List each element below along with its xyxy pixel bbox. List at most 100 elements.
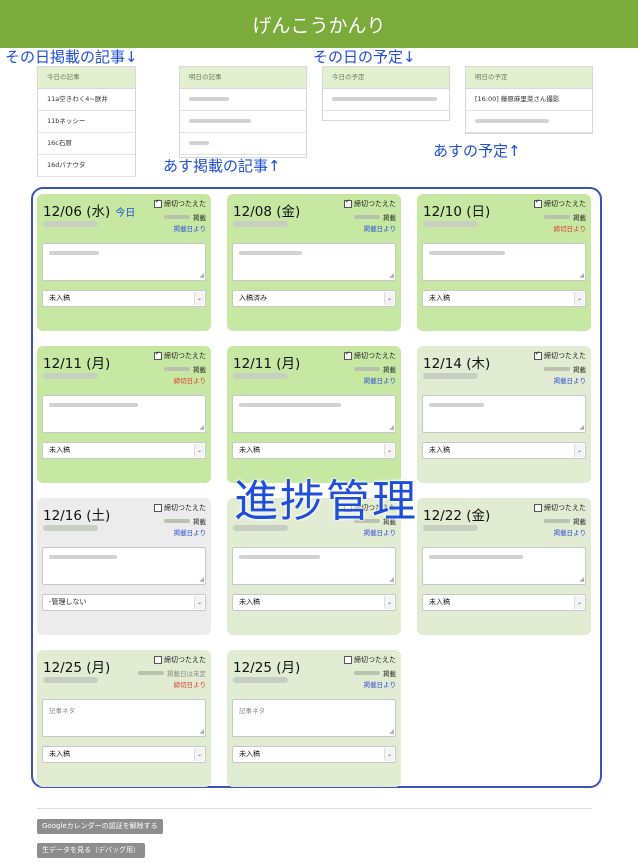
card-date: 12/25 (月) [43, 660, 111, 676]
memo-textarea[interactable]: ◢ [42, 547, 206, 585]
chevron-down-icon[interactable]: ⌄ [574, 444, 584, 457]
table-row[interactable] [180, 133, 306, 155]
checkbox-box[interactable] [344, 656, 352, 664]
chevron-down-icon[interactable]: ⌄ [384, 292, 394, 305]
memo-textarea[interactable]: ◢ [232, 243, 396, 281]
deadline-notified-checkbox[interactable]: 締切つたえた [154, 655, 206, 665]
resize-grip-icon[interactable]: ◢ [199, 728, 204, 735]
today-articles-table: 今日の記事 11a空きわく4~朕井 11bネッシー 16c石原 16dパナウタ [37, 66, 136, 177]
checkbox-box[interactable] [534, 198, 542, 208]
deadline-notified-checkbox[interactable]: 締切つたえた [154, 350, 206, 361]
progress-label: 進捗管理 [234, 476, 418, 527]
deadline-notified-checkbox[interactable]: 締切つたえた [154, 198, 206, 209]
chevron-down-icon[interactable]: ⌄ [574, 596, 584, 609]
chevron-down-icon[interactable]: ⌄ [194, 748, 204, 761]
deadline-notified-checkbox[interactable]: 締切つたえた [154, 503, 206, 513]
chevron-down-icon[interactable]: ⌄ [384, 444, 394, 457]
checkbox-label: 締切つたえた [164, 352, 206, 360]
date-link[interactable]: 掲載日より [364, 223, 396, 233]
chevron-down-icon[interactable]: ⌄ [384, 748, 394, 761]
deadline-notified-checkbox[interactable]: 締切つたえた [344, 198, 396, 209]
resize-grip-icon[interactable]: ◢ [199, 576, 204, 583]
chevron-down-icon[interactable]: ⌄ [384, 596, 394, 609]
memo-textarea[interactable]: ◢ [422, 395, 586, 433]
table-row[interactable]: [16:00] 藤原麻里菜さん撮影 [466, 89, 592, 111]
card-date: 12/25 (月) [233, 660, 301, 676]
memo-textarea[interactable]: ◢ [42, 395, 206, 433]
date-link[interactable]: 掲載日より [364, 679, 396, 689]
date-link[interactable]: 締切日より [554, 223, 586, 233]
checkbox-box[interactable] [344, 350, 352, 360]
day-card: 12/16 (土) 締切つたえた 掲載 掲載日より ◢ -管理しない ⌄ [37, 498, 211, 635]
date-link[interactable]: 締切日より [174, 375, 206, 385]
resize-grip-icon[interactable]: ◢ [389, 424, 394, 431]
resize-grip-icon[interactable]: ◢ [579, 576, 584, 583]
table-row[interactable]: 11bネッシー [38, 111, 135, 133]
day-card: 12/11 (月) 締切つたえた掲載掲載日より ◢ 未入稿⌄ [227, 346, 401, 483]
date-link[interactable]: 掲載日より [554, 375, 586, 385]
checkbox-box[interactable] [534, 350, 542, 360]
status-select[interactable]: 未入稿 ⌄ [422, 290, 586, 307]
status-select[interactable]: -管理しない ⌄ [42, 594, 206, 611]
memo-textarea[interactable]: ◢ [422, 547, 586, 585]
checkbox-box[interactable] [534, 504, 542, 512]
table-row[interactable]: 11a空きわく4~朕井 [38, 89, 135, 111]
checkbox-box[interactable] [154, 350, 162, 360]
checkbox-label: 締切つたえた [354, 656, 396, 664]
date-link[interactable]: 掲載日より [364, 375, 396, 385]
memo-textarea[interactable]: ◢ [422, 243, 586, 281]
checkbox-box[interactable] [154, 504, 162, 512]
resize-grip-icon[interactable]: ◢ [579, 272, 584, 279]
status-select[interactable]: 未入稿 ⌄ [232, 746, 396, 763]
resize-grip-icon[interactable]: ◢ [389, 728, 394, 735]
deadline-notified-checkbox[interactable]: 締切つたえた [534, 198, 586, 209]
table-row[interactable] [323, 89, 449, 111]
status-select[interactable]: 入稿済み ⌄ [232, 290, 396, 307]
deadline-notified-checkbox[interactable]: 締切つたえた [534, 350, 586, 361]
status-select[interactable]: 未入稿 ⌄ [422, 594, 586, 611]
raw-data-button[interactable]: 生データを見る（デバッグ用） [37, 843, 145, 858]
date-link[interactable]: 掲載日より [174, 223, 206, 233]
publish-status: 掲載 [544, 516, 586, 526]
deadline-notified-checkbox[interactable]: 締切つたえた [534, 503, 586, 513]
chevron-down-icon[interactable]: ⌄ [194, 596, 204, 609]
date-link[interactable]: 締切日より [174, 679, 206, 689]
memo-textarea[interactable]: 記事ネタ ◢ [42, 699, 206, 737]
checkbox-box[interactable] [344, 198, 352, 208]
annotation-tomorrow-schedule: あすの予定↑ [433, 142, 521, 160]
resize-grip-icon[interactable]: ◢ [389, 576, 394, 583]
memo-textarea[interactable]: 記事ネタ ◢ [232, 699, 396, 737]
chevron-down-icon[interactable]: ⌄ [194, 444, 204, 457]
checkbox-box[interactable] [154, 198, 162, 208]
chevron-down-icon[interactable]: ⌄ [194, 292, 204, 305]
date-link[interactable]: 掲載日より [174, 527, 206, 537]
deadline-notified-checkbox[interactable]: 締切つたえた [344, 655, 396, 665]
tomorrow-articles-table: 明日の記事 [179, 66, 307, 158]
google-calendar-unauth-button[interactable]: Googleカレンダーの認証を解除する [37, 819, 163, 834]
deadline-notified-checkbox[interactable]: 締切つたえた [344, 350, 396, 361]
table-row[interactable] [180, 89, 306, 111]
resize-grip-icon[interactable]: ◢ [579, 424, 584, 431]
checkbox-box[interactable] [154, 656, 162, 664]
table-row[interactable]: 16c石原 [38, 133, 135, 155]
today-badge: 今日 [115, 208, 136, 219]
status-select[interactable]: 未入稿 ⌄ [42, 290, 206, 307]
table-row[interactable] [466, 111, 592, 133]
memo-textarea[interactable]: ◢ [42, 243, 206, 281]
resize-grip-icon[interactable]: ◢ [199, 272, 204, 279]
table-row[interactable]: 16dパナウタ [38, 155, 135, 177]
chevron-down-icon[interactable]: ⌄ [574, 292, 584, 305]
memo-textarea[interactable]: ◢ [232, 547, 396, 585]
table-row[interactable] [180, 111, 306, 133]
resize-grip-icon[interactable]: ◢ [389, 272, 394, 279]
status-select[interactable]: 未入稿 ⌄ [422, 442, 586, 459]
status-select[interactable]: 未入稿 ⌄ [42, 746, 206, 763]
publish-status: 掲載 [164, 212, 206, 222]
status-select[interactable]: 未入稿 ⌄ [42, 442, 206, 459]
memo-textarea[interactable]: ◢ [232, 395, 396, 433]
checkbox-label: 締切つたえた [164, 504, 206, 512]
status-select[interactable]: 未入稿 ⌄ [232, 442, 396, 459]
date-link[interactable]: 掲載日より [554, 527, 586, 537]
status-select[interactable]: 未入稿 ⌄ [232, 594, 396, 611]
resize-grip-icon[interactable]: ◢ [199, 424, 204, 431]
